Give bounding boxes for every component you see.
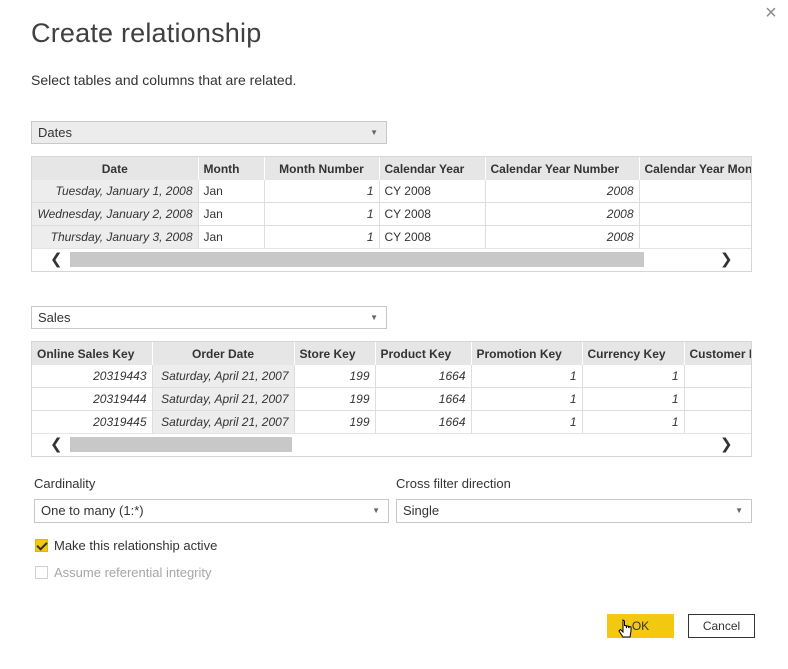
table-cell [684,365,751,388]
scrollbar-thumb[interactable] [70,437,292,452]
chevron-down-icon: ▼ [735,506,743,515]
table2-select-value: Sales [38,310,71,325]
referential-integrity-checkbox[interactable] [35,566,48,579]
table-cell: Jan [198,202,265,226]
table-row: Tuesday, January 1, 2008 Jan 1 CY 2008 2… [32,180,751,203]
cancel-button[interactable]: Cancel [688,614,755,638]
table-cell: 20319445 [32,410,153,434]
table1-header-row: Date Month Month Number Calendar Year Ca… [32,157,751,180]
table-cell: 1 [264,225,380,249]
table-cell: 1664 [375,365,472,388]
table-cell: 1 [264,202,380,226]
table-row: 20319444 Saturday, April 21, 2007 199 16… [32,387,751,411]
scroll-right-icon[interactable]: ❯ [720,434,733,456]
cardinality-value: One to many (1:*) [41,503,144,518]
table1-select[interactable]: Dates ▼ [31,121,387,144]
scroll-left-icon[interactable]: ❮ [50,434,63,456]
cardinality-select[interactable]: One to many (1:*) ▼ [34,499,389,523]
table-cell: 1664 [375,387,472,411]
active-relationship-label: Make this relationship active [54,538,218,553]
table1-horizontal-scrollbar[interactable]: ❮ ❯ [32,248,751,271]
table1-col-month-number[interactable]: Month Number [264,157,380,180]
table-cell: 20319444 [32,387,153,411]
table2-col-online-sales-key[interactable]: Online Sales Key [32,342,153,365]
table-cell: Jan [198,225,265,249]
table-row: Thursday, January 3, 2008 Jan 1 CY 2008 … [32,225,751,249]
table-cell: 199 [294,410,376,434]
table-cell: 1 [471,365,583,388]
table-cell: Thursday, January 3, 2008 [32,225,199,249]
cross-filter-select[interactable]: Single ▼ [396,499,752,523]
table-cell: Tuesday, January 1, 2008 [32,180,199,203]
dialog-title: Create relationship [31,18,262,48]
table-cell: 1664 [375,410,472,434]
close-button[interactable]: × [760,2,782,24]
table-cell: CY 2008 [379,202,486,226]
table-cell: 1 [471,410,583,434]
table1-col-month[interactable]: Month [198,157,265,180]
table-cell [684,387,751,411]
cross-filter-value: Single [403,503,440,518]
table-cell: 20319443 [32,365,153,388]
mouse-cursor-icon [618,619,632,638]
table-cell: CY 2008 [379,225,486,249]
table2-select[interactable]: Sales ▼ [31,306,387,329]
table-cell [639,180,751,203]
dialog-subtitle: Select tables and columns that are relat… [31,72,297,88]
chevron-down-icon: ▼ [370,313,378,322]
table1-preview: Date Month Month Number Calendar Year Ca… [31,156,752,272]
table-row: 20319445 Saturday, April 21, 2007 199 16… [32,410,751,434]
scroll-left-icon[interactable]: ❮ [50,249,63,271]
table-cell: Saturday, April 21, 2007 [152,410,295,434]
scrollbar-thumb[interactable] [70,252,644,267]
table-cell: 1 [582,365,685,388]
table2-col-order-date[interactable]: Order Date [152,342,295,365]
cross-filter-label: Cross filter direction [396,476,511,491]
scroll-right-icon[interactable]: ❯ [720,249,733,271]
table2-horizontal-scrollbar[interactable]: ❮ ❯ [32,433,751,456]
table-cell: 2008 [485,225,640,249]
table2-col-store-key[interactable]: Store Key [294,342,376,365]
table1-col-calendar-year-number[interactable]: Calendar Year Number [485,157,640,180]
table2-col-customer-key[interactable]: Customer K [684,342,751,365]
table-cell: 1 [264,180,380,203]
table-cell: Saturday, April 21, 2007 [152,365,295,388]
chevron-down-icon: ▼ [372,506,380,515]
table2-header-row: Online Sales Key Order Date Store Key Pr… [32,342,751,365]
table-cell: Wednesday, January 2, 2008 [32,202,199,226]
table-row: Wednesday, January 2, 2008 Jan 1 CY 2008… [32,202,751,226]
table-cell: 1 [471,387,583,411]
table-cell: 2008 [485,180,640,203]
close-icon: × [765,2,777,24]
chevron-down-icon: ▼ [370,128,378,137]
table-cell: 1 [582,387,685,411]
referential-integrity-label: Assume referential integrity [54,565,212,580]
table-cell: 1 [582,410,685,434]
table2-grid: Online Sales Key Order Date Store Key Pr… [32,342,751,434]
table-cell: Saturday, April 21, 2007 [152,387,295,411]
table-cell: 199 [294,365,376,388]
table1-grid: Date Month Month Number Calendar Year Ca… [32,157,751,249]
active-relationship-checkbox[interactable] [35,539,48,552]
table2-col-currency-key[interactable]: Currency Key [582,342,685,365]
table-cell: Jan [198,180,265,203]
table-row: 20319443 Saturday, April 21, 2007 199 16… [32,365,751,388]
table1-col-calendar-year-month[interactable]: Calendar Year Mon [639,157,751,180]
table2-preview: Online Sales Key Order Date Store Key Pr… [31,341,752,457]
table2-col-promotion-key[interactable]: Promotion Key [471,342,583,365]
table2-col-product-key[interactable]: Product Key [375,342,472,365]
table1-col-date[interactable]: Date [32,157,199,180]
cardinality-label: Cardinality [34,476,96,491]
table-cell [639,202,751,226]
table-cell [684,410,751,434]
table-cell [639,225,751,249]
table-cell: 2008 [485,202,640,226]
table-cell: 199 [294,387,376,411]
table1-col-calendar-year[interactable]: Calendar Year [379,157,486,180]
table1-select-value: Dates [38,125,72,140]
table-cell: CY 2008 [379,180,486,203]
